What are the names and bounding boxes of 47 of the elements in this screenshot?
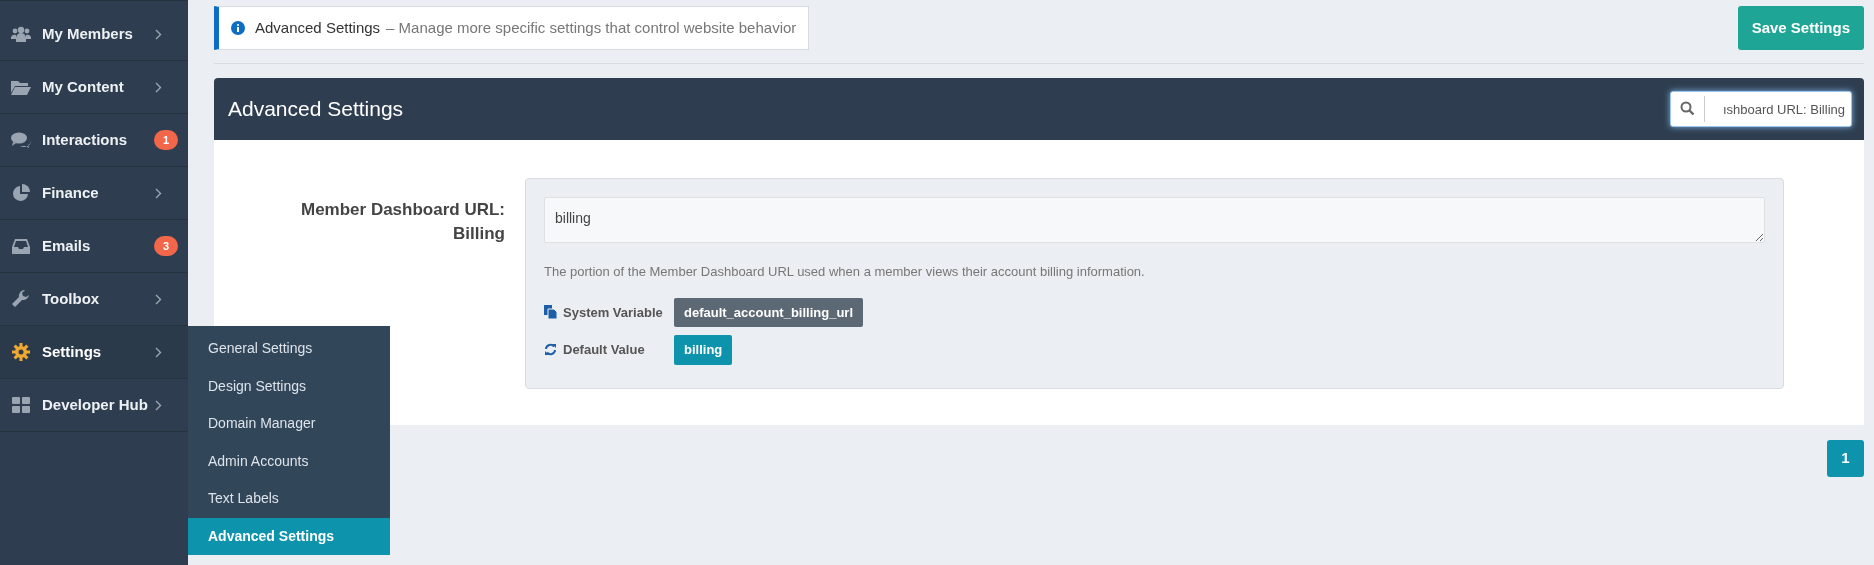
chevron-right-icon	[155, 293, 162, 305]
sidebar-label: Finance	[42, 182, 100, 203]
sidebar-label: Emails	[42, 235, 92, 256]
chevron-right-icon	[155, 81, 162, 93]
submenu-item[interactable]: General Settings	[188, 330, 390, 368]
banner-description: – Manage more specific settings that control website behavior	[386, 17, 797, 38]
sidebar-label: Toolbox	[42, 288, 101, 309]
sidebar-item[interactable]: Settings	[0, 326, 188, 379]
sidebar-label: Settings	[42, 341, 103, 362]
search-icon	[1680, 101, 1695, 116]
page-button[interactable]: 1	[1827, 440, 1864, 477]
system-variable-label: System Variable	[563, 303, 663, 322]
system-variable-tag: default_account_billing_url	[674, 297, 864, 327]
chevron-right-icon	[155, 28, 162, 40]
folder-icon	[11, 79, 31, 95]
panel-title: Advanced Settings	[228, 96, 404, 123]
refresh-icon	[544, 343, 557, 357]
value-field[interactable]: billing	[544, 197, 1765, 243]
chevron-right-icon	[155, 399, 162, 411]
wrench-icon	[12, 290, 30, 308]
submenu-item[interactable]: Advanced Settings	[188, 517, 390, 555]
sidebar-label: My Content	[42, 76, 125, 97]
users-icon	[11, 26, 31, 42]
grid-icon	[12, 397, 30, 413]
submenu-item[interactable]: Admin Accounts	[188, 442, 390, 480]
count-badge: 1	[153, 130, 178, 150]
chevron-right-icon	[155, 346, 162, 358]
submenu-item[interactable]: Text Labels	[188, 480, 390, 518]
info-icon	[231, 21, 245, 35]
count-badge: 3	[153, 236, 178, 256]
copy-icon	[544, 305, 557, 320]
sidebar-label: Developer Hub	[42, 394, 149, 415]
pie-chart-icon	[12, 184, 30, 202]
help-text: The portion of the Member Dashboard URL used when a member views their account billing information.	[544, 263, 1146, 281]
chevron-right-icon	[155, 187, 162, 199]
inbox-icon	[12, 238, 30, 254]
banner-title: Advanced Settings	[255, 17, 381, 38]
setting-label: Member Dashboard URL: Billing	[299, 199, 505, 245]
submenu-item[interactable]: Domain Manager	[188, 405, 390, 443]
default-value-tag: billing	[674, 335, 733, 365]
gear-icon	[12, 343, 30, 361]
default-value-label: Default Value	[563, 341, 645, 359]
sidebar-label: Interactions	[42, 129, 129, 150]
sidebar-label: My Members	[42, 23, 134, 44]
chat-icon	[11, 132, 31, 148]
search-field[interactable]: ıshboard URL: Billing	[1670, 91, 1852, 127]
submenu-item[interactable]: Design Settings	[188, 367, 390, 405]
